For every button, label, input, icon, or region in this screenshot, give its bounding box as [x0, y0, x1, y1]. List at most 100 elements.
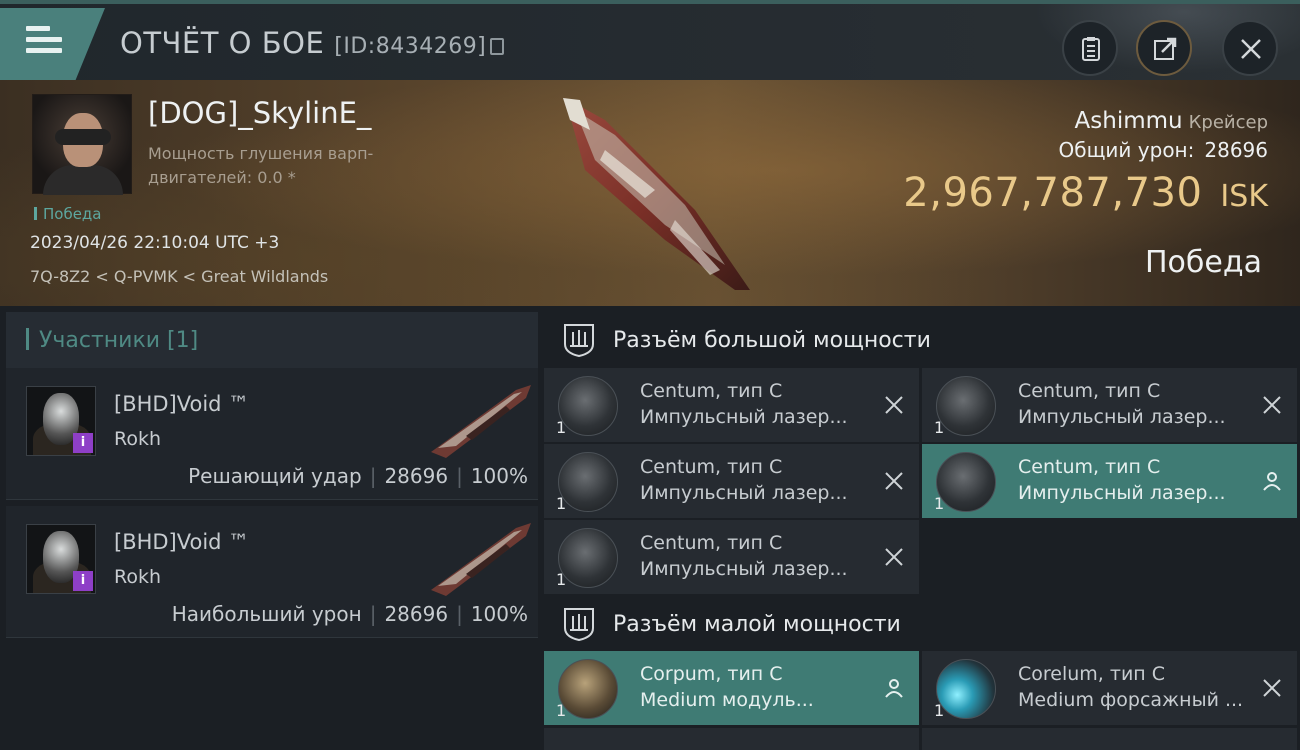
module-quantity: 1 [934, 701, 945, 720]
participant-role: Наибольший урон [171, 602, 362, 626]
page-title: ОТЧЁТ О БОЕ [ID:8434269] [120, 26, 505, 60]
dropped-person-icon [1263, 472, 1281, 491]
outcome-tag: Победа [34, 205, 102, 223]
participants-panel: Участники [1] i [BHD]Void ™ Rokh Решающи… [0, 306, 540, 750]
destroyed-x-icon [885, 548, 903, 566]
fitting-panel: Разъём большой мощности 1 Centum, тип C … [544, 306, 1300, 750]
module-quantity: 1 [934, 418, 945, 437]
destroyed-x-icon [885, 396, 903, 414]
menu-button[interactable] [0, 8, 105, 80]
high-slot-header: Разъём большой мощности [544, 308, 1300, 370]
total-damage-value: 28696 [1204, 138, 1268, 162]
module-slot[interactable]: 1 Centum, тип C Импульсный лазер... [544, 444, 919, 518]
stats-separator: | [456, 602, 463, 626]
participant-damage: 28696 [384, 464, 449, 488]
participants-header[interactable]: Участники [1] [6, 312, 538, 370]
isk-currency: ISK [1220, 179, 1268, 214]
share-button[interactable] [1136, 20, 1192, 76]
copy-icon[interactable] [490, 38, 505, 55]
participant-avatar[interactable]: i [26, 524, 96, 594]
module-name: Centum, тип C [640, 456, 783, 478]
module-name: Centum, тип C [640, 532, 783, 554]
stats-separator: | [456, 464, 463, 488]
medium-slot-title: Разъём малой мощности [613, 612, 901, 637]
module-slot[interactable]: 1 Corpum, тип C Medium модуль... [544, 651, 919, 725]
module-slot[interactable]: 1 Centum, тип C Импульсный лазер... [544, 368, 919, 442]
module-slot[interactable]: 1 Centum, тип C Импульсный лазер... [922, 368, 1297, 442]
participant-ship-image[interactable] [426, 380, 536, 460]
module-slot-partial[interactable] [544, 728, 919, 750]
module-type: Импульсный лазер... [640, 558, 848, 580]
module-quantity: 1 [556, 701, 567, 720]
hamburger-icon [26, 26, 62, 59]
high-slot-title: Разъём большой мощности [613, 328, 931, 353]
destroyed-x-icon [885, 472, 903, 490]
ship-class: Крейсер [1188, 112, 1268, 133]
module-slot[interactable]: 1 Corelum, тип C Medium форсажный ... [922, 651, 1297, 725]
pulse-laser-icon [558, 452, 618, 512]
participant-row[interactable]: i [BHD]Void ™ Rokh Наибольший урон | 28696… [6, 506, 538, 638]
dropped-person-icon [885, 679, 903, 698]
module-icon [558, 659, 618, 719]
module-quantity: 1 [934, 494, 945, 513]
kill-location: 7Q-8Z2 < Q-PVMK < Great Wildlands [30, 267, 329, 286]
module-type: Импульсный лазер... [1018, 406, 1226, 428]
clipboard-button[interactable] [1062, 20, 1118, 76]
participant-name: [BHD]Void ™ [114, 392, 250, 416]
isk-value: 2,967,787,730 ISK [903, 170, 1268, 216]
participant-percent: 100% [470, 602, 528, 626]
pulse-laser-icon [558, 376, 618, 436]
total-damage-label: Общий урон: [1058, 138, 1195, 162]
participant-stats: Решающий удар | 28696 | 100% [188, 464, 528, 488]
total-damage: Общий урон: 28696 [1059, 138, 1268, 162]
title-text: ОТЧЁТ О БОЕ [120, 26, 325, 60]
participant-percent: 100% [470, 464, 528, 488]
victim-ship-image[interactable] [545, 90, 760, 295]
clipboard-icon [1082, 37, 1100, 61]
close-icon [1241, 39, 1261, 59]
participant-row[interactable]: i [BHD]Void ™ Rokh Решающий удар | 28696 | 1… [6, 368, 538, 500]
pulse-laser-icon [558, 528, 618, 588]
warp-scramble-label: Мощность глушения варп-двигателей: 0.0 * [148, 144, 374, 187]
pulse-laser-icon [936, 376, 996, 436]
module-type: Medium модуль... [640, 689, 814, 711]
kill-datetime: 2023/04/26 22:10:04 UTC +3 [30, 233, 280, 253]
destroyed-x-icon [1263, 679, 1281, 697]
share-icon [1154, 37, 1177, 60]
participant-stats: Наибольший урон | 28696 | 100% [172, 602, 528, 626]
module-name: Corelum, тип C [1018, 663, 1166, 685]
participant-ship: Rokh [114, 566, 162, 588]
module-type: Импульсный лазер... [1018, 482, 1226, 504]
participant-avatar[interactable]: i [26, 386, 96, 456]
module-name: Centum, тип C [640, 380, 783, 402]
module-name: Centum, тип C [1018, 380, 1161, 402]
victim-ship: Ashimmu Крейсер [1075, 108, 1268, 134]
afterburner-icon [936, 659, 996, 719]
info-badge-icon[interactable]: i [73, 433, 93, 453]
top-bar: ОТЧЁТ О БОЕ [ID:8434269] [0, 0, 1300, 84]
info-badge-icon[interactable]: i [73, 571, 93, 591]
module-name: Centum, тип C [1018, 456, 1161, 478]
module-type: Medium форсажный ... [1018, 689, 1244, 711]
module-quantity: 1 [556, 494, 567, 513]
module-slot[interactable]: 1 Centum, тип C Импульсный лазер... [544, 520, 919, 594]
participant-ship-image[interactable] [426, 518, 536, 598]
kill-result: Победа [1145, 245, 1262, 280]
victim-avatar[interactable] [32, 94, 132, 195]
stats-separator: | [369, 602, 377, 626]
ship-name[interactable]: Ashimmu [1075, 108, 1183, 134]
participant-ship: Rokh [114, 428, 162, 450]
victim-pilot-name[interactable]: [DOG]_SkylinE_ [148, 96, 371, 130]
module-quantity: 1 [556, 418, 567, 437]
pulse-laser-icon [936, 452, 996, 512]
medium-slot-header: Разъём малой мощности [544, 592, 1300, 654]
module-type: Импульсный лазер... [640, 406, 848, 428]
destroyed-x-icon [1263, 396, 1281, 414]
isk-amount: 2,967,787,730 [903, 170, 1203, 216]
module-type: Импульсный лазер... [640, 482, 848, 504]
participant-role: Решающий удар [188, 464, 362, 488]
close-button[interactable] [1222, 20, 1278, 76]
module-slot[interactable]: 1 Centum, тип C Импульсный лазер... [922, 444, 1297, 518]
report-id: [ID:8434269] [334, 34, 487, 59]
module-slot-partial[interactable] [922, 728, 1297, 750]
